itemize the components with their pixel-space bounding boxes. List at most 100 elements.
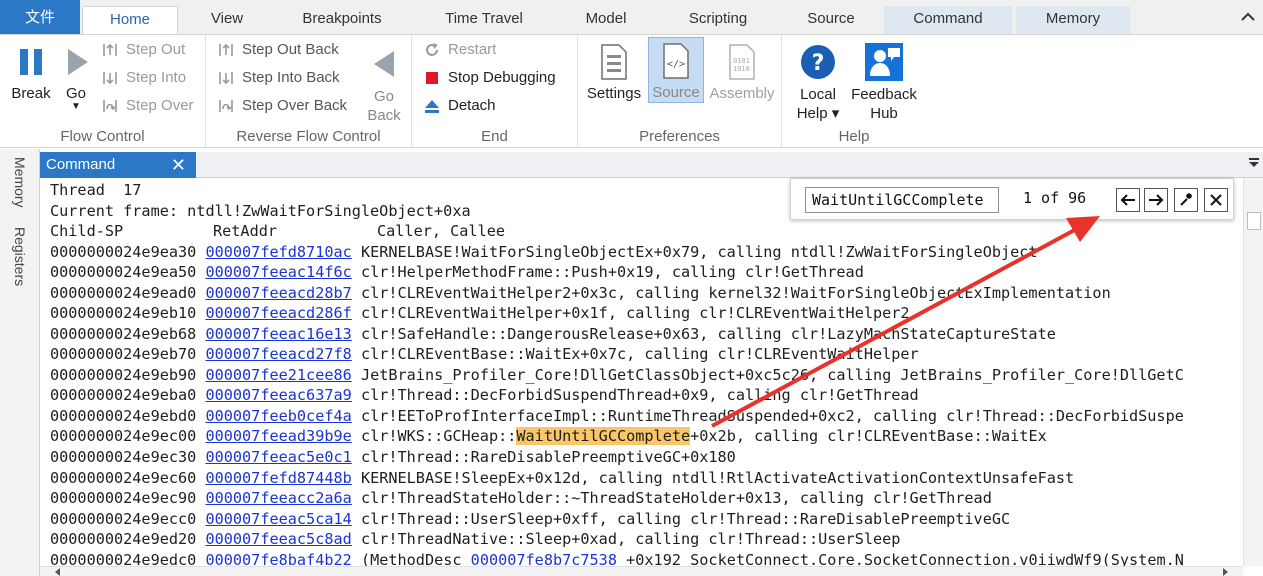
scroll-right-icon[interactable] — [1221, 568, 1229, 576]
side-tab-memory[interactable]: Memory — [12, 157, 28, 208]
ret-addr-link[interactable]: 000007feeacd27f8 — [205, 345, 351, 363]
panel-menu-icon[interactable] — [1249, 158, 1259, 168]
ret-addr-link[interactable]: 000007feeacd28b7 — [205, 284, 351, 302]
step-into-button[interactable]: Step Into — [100, 67, 186, 89]
go-button[interactable]: Go ▼ — [58, 39, 94, 112]
find-previous-button[interactable] — [1116, 188, 1140, 212]
step-over-back-label: Step Over Back — [242, 97, 348, 114]
restart-button[interactable]: Restart — [422, 39, 496, 61]
group-help: ? Local Help ▾ Feedback Hub Help — [782, 35, 926, 147]
step-out-label: Step Out — [126, 41, 186, 58]
child-sp-cell: 0000000024e9ec90 — [50, 489, 197, 508]
side-tab-registers[interactable]: Registers — [12, 227, 28, 286]
command-window-tab-bar: Command ✕ — [40, 152, 1263, 178]
find-match-count: 1 of 96 — [1023, 189, 1087, 207]
caller-callee-cell: clr!WKS::GCHeap:: — [360, 427, 517, 446]
column-ret-addr: RetAddr — [213, 222, 278, 240]
table-row: 0000000024e9ebd0 000007feeb0cef4a clr!EE… — [50, 406, 1184, 426]
find-options-button[interactable] — [1174, 188, 1198, 212]
play-icon — [58, 41, 98, 83]
tab-scripting[interactable]: Scripting — [668, 6, 768, 34]
find-input[interactable]: WaitUntilGCComplete — [805, 187, 999, 213]
caller-callee-cell: clr!Thread::DecForbidSuspendThread+0x9, … — [360, 386, 919, 405]
ret-addr-link[interactable]: 000007fe8baf4b22 — [205, 551, 351, 566]
source-mode-button[interactable]: </> Source — [648, 37, 704, 103]
group-end: Restart Stop Debugging Detach End — [412, 35, 578, 147]
ret-addr-link[interactable]: 000007fefd87448b — [205, 469, 351, 487]
table-row: 0000000024e9ec60 000007fefd87448b KERNEL… — [50, 468, 1074, 488]
assembly-mode-button[interactable]: 0101 1010 Assembly — [706, 39, 778, 102]
command-window-tab[interactable]: Command ✕ — [40, 152, 196, 178]
tab-time-travel[interactable]: Time Travel — [422, 6, 546, 34]
table-row: 0000000024e9ec00 000007feead39b9e clr!WK… — [50, 426, 1047, 446]
detach-label: Detach — [448, 97, 496, 114]
collapse-ribbon-icon[interactable] — [1239, 8, 1257, 26]
detach-button[interactable]: Detach — [422, 95, 496, 117]
ret-addr-link[interactable]: 000007feeacc2a6a — [205, 489, 351, 507]
vertical-scroll-thumb[interactable] — [1247, 212, 1261, 230]
step-into-back-icon — [216, 68, 236, 88]
help-group-label: Help — [838, 128, 870, 145]
ret-addr-link[interactable]: 000007fefd8710ac — [205, 243, 351, 261]
local-help-button[interactable]: ? Local Help ▾ — [790, 39, 846, 123]
child-sp-cell: 0000000024e9ec60 — [50, 468, 197, 487]
ret-addr-link[interactable]: 000007feeac5ca14 — [205, 510, 351, 528]
ret-addr-link[interactable]: 000007feeac637a9 — [205, 386, 351, 404]
table-row: 0000000024e9ec90 000007feeacc2a6a clr!Th… — [50, 488, 992, 508]
go-dropdown-icon[interactable]: ▼ — [58, 102, 94, 112]
child-sp-cell: 0000000024e9ecc0 — [50, 509, 197, 528]
step-out-back-icon — [216, 40, 236, 60]
column-child-sp: Child-SP — [50, 222, 124, 240]
tab-home[interactable]: Home — [82, 6, 178, 34]
step-into-label: Step Into — [126, 69, 187, 86]
settings-document-icon — [594, 41, 634, 83]
ret-addr-link[interactable]: 000007feead39b9e — [205, 427, 351, 445]
table-row: 0000000024e9edc0 000007fe8baf4b22 (Metho… — [50, 550, 1184, 566]
feedback-hub-button[interactable]: Feedback Hub — [848, 39, 920, 123]
tab-memory[interactable]: Memory — [1016, 6, 1130, 34]
caller-callee-suffix: +0x2b, calling clr!CLREventBase::WaitEx — [690, 427, 1047, 446]
step-over-button[interactable]: Step Over — [100, 95, 194, 117]
ret-addr-link[interactable]: 000007feeac5c8ad — [205, 530, 351, 548]
step-over-back-button[interactable]: Step Over Back — [216, 95, 347, 117]
break-button[interactable]: Break — [6, 39, 56, 102]
step-out-button[interactable]: Step Out — [100, 39, 185, 61]
child-sp-cell: 0000000024e9ea30 — [50, 242, 197, 261]
vertical-scrollbar[interactable] — [1243, 178, 1263, 566]
tab-breakpoints[interactable]: Breakpoints — [282, 6, 402, 34]
ret-addr-link[interactable]: 000007feeac5e0c1 — [205, 448, 351, 466]
regex-options-icon — [1180, 193, 1192, 206]
find-close-button[interactable] — [1204, 188, 1228, 212]
ret-addr-link[interactable]: 000007fee21cee86 — [205, 366, 351, 384]
method-desc-link[interactable]: 000007fe8b7c7538 — [471, 551, 617, 566]
tab-file[interactable]: 文件 — [0, 0, 80, 34]
tab-source[interactable]: Source — [788, 6, 874, 34]
settings-button[interactable]: Settings — [584, 39, 644, 102]
child-sp-cell: 0000000024e9eb68 — [50, 324, 197, 343]
feedback-hub-label-line2: Hub — [870, 105, 898, 122]
pause-icon — [11, 41, 51, 83]
ret-addr-link[interactable]: 000007feeb0cef4a — [205, 407, 351, 425]
find-next-button[interactable] — [1144, 188, 1168, 212]
horizontal-scrollbar[interactable] — [40, 566, 1243, 576]
caller-callee-suffix: +0x192 SocketConnect.Core.SocketConnecti… — [616, 550, 1184, 566]
stop-debugging-button[interactable]: Stop Debugging — [422, 67, 556, 89]
ret-addr-link[interactable]: 000007feeacd286f — [205, 304, 351, 322]
table-row: 0000000024e9ea50 000007feeac14f6c clr!He… — [50, 262, 864, 282]
ret-addr-link[interactable]: 000007feeac16e13 — [205, 325, 351, 343]
command-output[interactable]: Thread 17 Current frame: ntdll!ZwWaitFor… — [40, 178, 1243, 566]
go-back-button[interactable]: Go Back — [364, 41, 404, 125]
tab-model[interactable]: Model — [566, 6, 646, 34]
close-icon[interactable]: ✕ — [171, 152, 186, 178]
tab-view[interactable]: View — [192, 6, 262, 34]
stop-debugging-label: Stop Debugging — [448, 69, 556, 86]
table-row: 0000000024e9eb10 000007feeacd286f clr!CL… — [50, 303, 910, 323]
step-into-back-button[interactable]: Step Into Back — [216, 67, 340, 89]
table-row: 0000000024e9eb90 000007fee21cee86 JetBra… — [50, 365, 1184, 385]
step-out-back-button[interactable]: Step Out Back — [216, 39, 339, 61]
tab-command[interactable]: Command — [884, 6, 1012, 34]
ret-addr-link[interactable]: 000007feeac14f6c — [205, 263, 351, 281]
step-into-icon — [100, 68, 120, 88]
stop-icon — [422, 68, 442, 88]
scroll-left-icon[interactable] — [54, 568, 62, 576]
